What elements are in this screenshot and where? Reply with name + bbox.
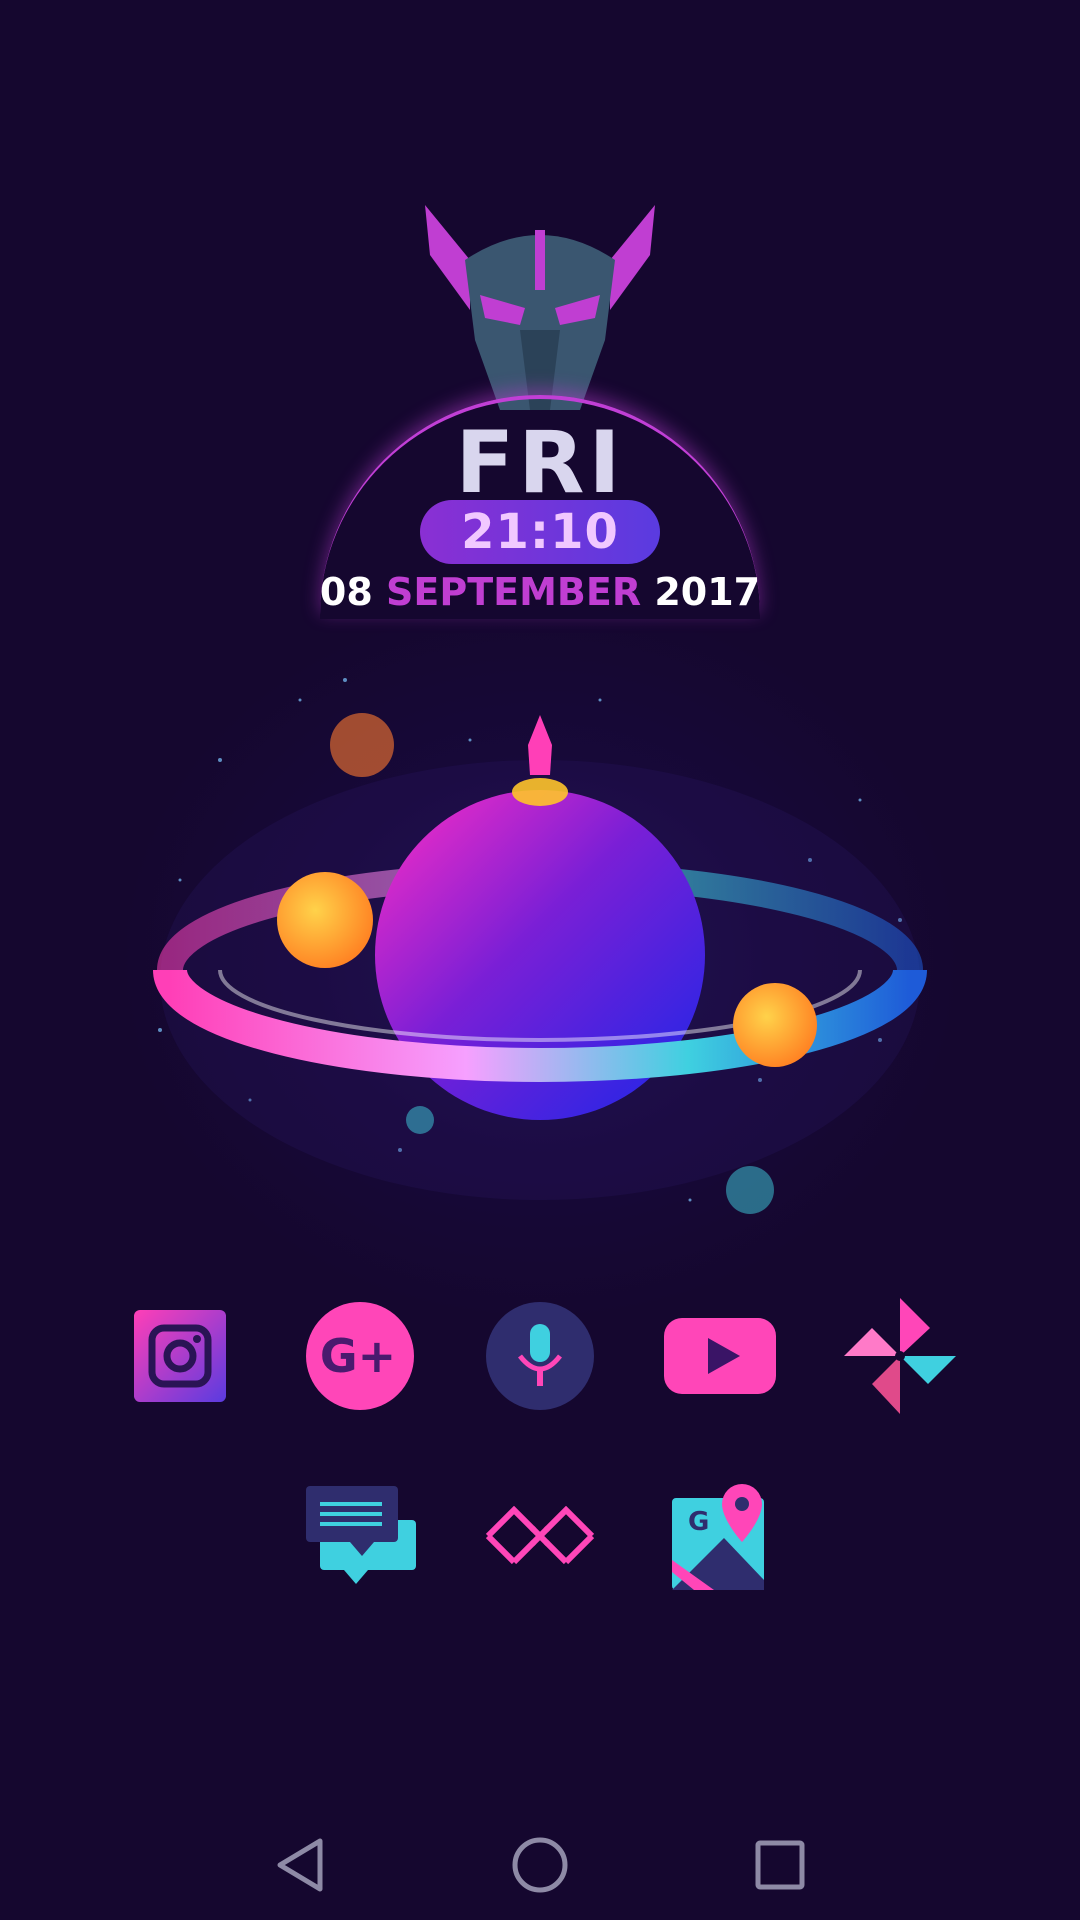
svg-text:G: G bbox=[688, 1507, 709, 1537]
google-maps-app[interactable]: G bbox=[660, 1476, 780, 1596]
messages-app[interactable] bbox=[300, 1476, 420, 1596]
google-photos-app[interactable] bbox=[840, 1296, 960, 1416]
google-plus-icon: G+ bbox=[306, 1302, 414, 1410]
svg-text:G+: G+ bbox=[320, 1329, 396, 1383]
back-icon bbox=[277, 1838, 323, 1892]
link-app[interactable] bbox=[480, 1476, 600, 1596]
messages-icon bbox=[306, 1486, 416, 1584]
instagram-icon bbox=[134, 1310, 226, 1402]
home-screen: FRI 21:10 08 SEPTEMBER 2017 G+ G bbox=[0, 0, 1080, 1920]
voice-search-icon bbox=[486, 1302, 594, 1410]
chain-link-icon bbox=[485, 1506, 595, 1565]
date-year: 2017 bbox=[654, 570, 761, 614]
instagram-app[interactable] bbox=[120, 1296, 240, 1416]
date-day: 08 bbox=[319, 570, 373, 614]
clock-time: 21:10 bbox=[461, 504, 619, 560]
nav-home-button[interactable] bbox=[510, 1835, 570, 1895]
google-maps-icon: G bbox=[672, 1484, 764, 1590]
voice-search-app[interactable] bbox=[480, 1296, 600, 1416]
youtube-icon bbox=[664, 1318, 776, 1394]
nav-recents-button[interactable] bbox=[750, 1835, 810, 1895]
time-pill[interactable]: 21:10 bbox=[420, 500, 660, 564]
youtube-app[interactable] bbox=[660, 1296, 780, 1416]
recents-icon bbox=[755, 1840, 805, 1890]
google-photos-icon bbox=[844, 1298, 956, 1414]
helmet-illustration bbox=[425, 205, 655, 410]
date-month: SEPTEMBER bbox=[386, 570, 642, 614]
date-label: 08 SEPTEMBER 2017 bbox=[0, 568, 1080, 616]
day-label: FRI bbox=[455, 413, 625, 513]
home-icon bbox=[512, 1837, 568, 1893]
nav-back-button[interactable] bbox=[270, 1835, 330, 1895]
google-plus-app[interactable]: G+ bbox=[300, 1296, 420, 1416]
planet-illustration bbox=[153, 713, 927, 1214]
